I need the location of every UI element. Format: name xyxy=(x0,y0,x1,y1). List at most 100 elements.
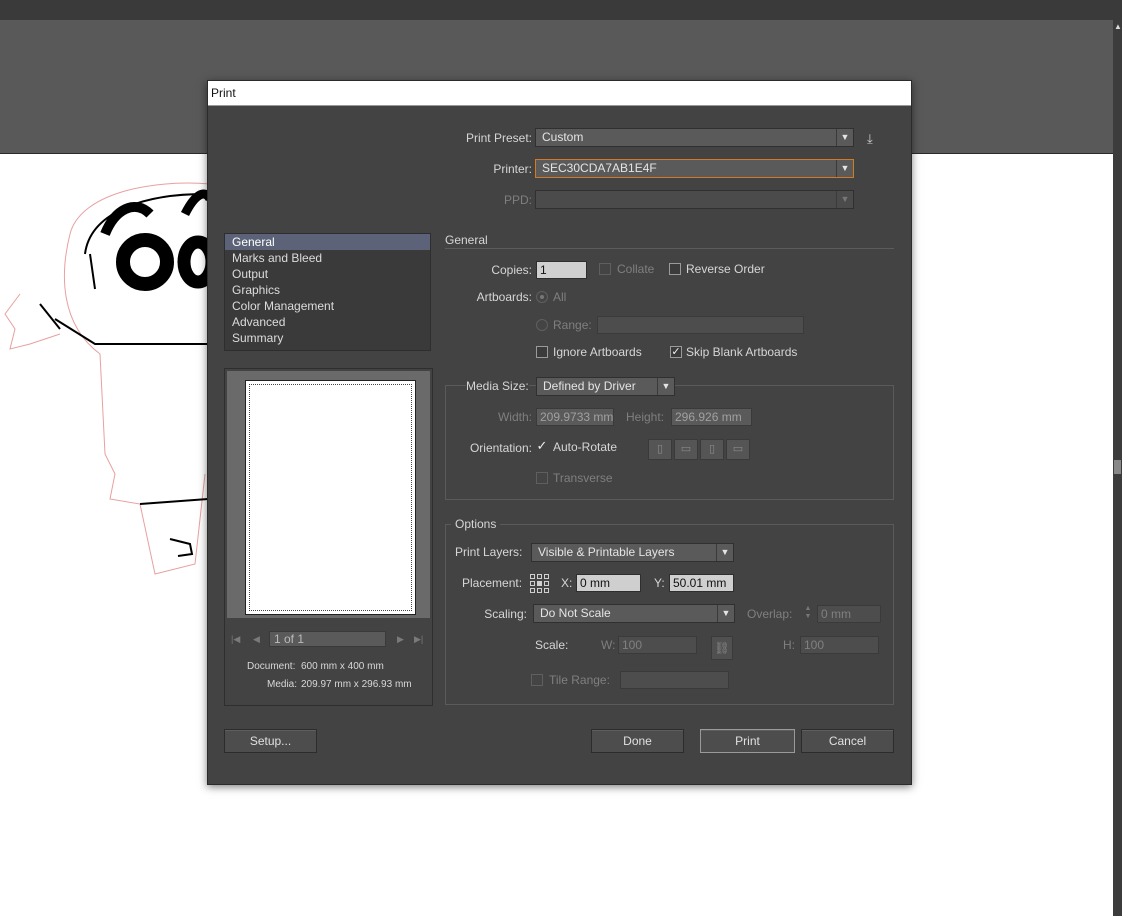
orientation-label: Orientation: xyxy=(469,441,532,455)
placement-x-input[interactable]: 0 mm xyxy=(576,574,641,592)
scale-h-input[interactable]: 100 xyxy=(800,636,879,654)
preview-area[interactable] xyxy=(227,371,430,618)
dialog-title: Print xyxy=(208,81,911,106)
print-preset-label: Print Preset: xyxy=(465,131,532,145)
skip-blank-artboards-checkbox[interactable]: ✓ xyxy=(670,346,682,358)
scroll-up-icon[interactable]: ▲ xyxy=(1114,22,1122,31)
print-layers-value: Visible & Printable Layers xyxy=(538,545,675,559)
print-dialog: Print Print Preset: Custom ▼ ⤓ Printer: … xyxy=(207,80,912,785)
scale-label: Scale: xyxy=(535,638,569,652)
tile-range-checkbox[interactable] xyxy=(531,674,543,686)
print-preset-value: Custom xyxy=(542,130,584,144)
next-page-icon[interactable]: ▶ xyxy=(397,634,404,645)
category-graphics[interactable]: Graphics xyxy=(225,282,430,298)
page-indicator[interactable]: 1 of 1 xyxy=(269,631,386,647)
previous-page-icon[interactable]: ◀ xyxy=(253,634,260,645)
media-size-select[interactable]: Defined by Driver ▼ xyxy=(536,377,675,396)
overlap-label: Overlap: xyxy=(747,607,793,621)
scale-h-label: H: xyxy=(783,638,795,652)
artboards-range-label: Range: xyxy=(553,318,592,332)
portrait-icon[interactable]: ▯ xyxy=(648,439,672,460)
tile-range-label: Tile Range: xyxy=(549,673,610,687)
placement-grid-icon[interactable] xyxy=(530,574,549,593)
transverse-checkbox[interactable] xyxy=(536,472,548,484)
y-label: Y: xyxy=(654,576,665,590)
print-layers-select[interactable]: Visible & Printable Layers ▼ xyxy=(531,543,734,562)
chevron-down-icon: ▼ xyxy=(836,160,853,177)
scaling-select[interactable]: Do Not Scale ▼ xyxy=(533,604,735,623)
print-preset-select[interactable]: Custom ▼ xyxy=(535,128,854,147)
setup-button[interactable]: Setup... xyxy=(224,729,317,753)
category-marks-and-bleed[interactable]: Marks and Bleed xyxy=(225,250,430,266)
artboards-all-radio[interactable] xyxy=(536,291,548,303)
general-divider xyxy=(445,248,894,249)
category-general[interactable]: General xyxy=(225,234,430,250)
reverse-order-checkbox[interactable] xyxy=(669,263,681,275)
printer-select[interactable]: SEC30CDA7AB1E4F ▼ xyxy=(535,159,854,178)
transverse-label: Transverse xyxy=(553,471,613,485)
landscape-icon[interactable]: ▭ xyxy=(674,439,698,460)
category-summary[interactable]: Summary xyxy=(225,330,430,346)
preview-page xyxy=(245,380,416,615)
auto-rotate-label: Auto-Rotate xyxy=(553,440,618,454)
chain-link-icon[interactable]: ⛓ xyxy=(711,636,733,660)
checkmark-icon: ✓ xyxy=(671,346,681,358)
done-button[interactable]: Done xyxy=(591,729,684,753)
chevron-down-icon: ▼ xyxy=(717,605,734,622)
checkmark-icon: ✓ xyxy=(536,438,548,453)
vertical-scrollbar[interactable]: ▲ xyxy=(1113,20,1122,916)
overlap-stepper-icon[interactable]: ▲ ▼ xyxy=(800,605,816,623)
scrollbar-thumb[interactable] xyxy=(1114,460,1121,474)
tile-range-input[interactable] xyxy=(620,671,729,689)
artboards-all-label: All xyxy=(553,290,567,304)
category-advanced[interactable]: Advanced xyxy=(225,314,430,330)
category-list: General Marks and Bleed Output Graphics … xyxy=(224,233,431,351)
category-output[interactable]: Output xyxy=(225,266,430,282)
general-section-title: General xyxy=(445,233,488,247)
copies-label: Copies: xyxy=(491,263,532,277)
cancel-button[interactable]: Cancel xyxy=(801,729,894,753)
first-page-icon[interactable]: |◀ xyxy=(231,634,240,645)
media-size-label: Media: xyxy=(267,679,298,690)
flipped-landscape-icon[interactable]: ▭ xyxy=(726,439,750,460)
print-button[interactable]: Print xyxy=(700,729,795,753)
ppd-select[interactable]: ▼ xyxy=(535,190,854,209)
scale-w-label: W: xyxy=(601,638,616,652)
media-size-value: Defined by Driver xyxy=(543,379,636,393)
auto-rotate-checkbox[interactable]: ✓ xyxy=(536,438,548,453)
canvas-artwork xyxy=(4,182,219,575)
last-page-icon[interactable]: ▶| xyxy=(414,634,423,645)
height-input[interactable]: 296.926 mm xyxy=(671,408,752,426)
ppd-label: PPD: xyxy=(503,193,532,207)
scaling-value: Do Not Scale xyxy=(540,606,611,620)
save-preset-icon[interactable]: ⤓ xyxy=(867,131,873,147)
media-size-value: 209.97 mm x 296.93 mm xyxy=(301,679,412,690)
app-menu-bar xyxy=(0,0,1122,20)
collate-checkbox[interactable] xyxy=(599,263,611,275)
print-preview-panel: |◀ ◀ 1 of 1 ▶ ▶| Document: 600 mm x 400 … xyxy=(224,368,433,706)
document-size-value: 600 mm x 400 mm xyxy=(301,661,384,672)
flipped-portrait-icon[interactable]: ▯ xyxy=(700,439,724,460)
ignore-artboards-label: Ignore Artboards xyxy=(553,345,642,359)
media-size-label: Media Size: xyxy=(466,379,529,393)
printer-value: SEC30CDA7AB1E4F xyxy=(542,161,657,175)
width-input[interactable]: 209.9733 mm xyxy=(536,408,614,426)
placement-label: Placement: xyxy=(462,576,523,590)
ignore-artboards-checkbox[interactable] xyxy=(536,346,548,358)
artboards-range-radio[interactable] xyxy=(536,319,548,331)
copies-input[interactable]: 1 xyxy=(536,261,587,279)
print-layers-label: Print Layers: xyxy=(455,545,523,559)
scale-w-input[interactable]: 100 xyxy=(618,636,697,654)
artboards-label: Artboards: xyxy=(476,290,532,304)
chevron-down-icon: ▼ xyxy=(836,191,853,208)
category-color-management[interactable]: Color Management xyxy=(225,298,430,314)
overlap-input[interactable]: 0 mm xyxy=(817,605,881,623)
collate-label: Collate xyxy=(617,262,655,276)
reverse-order-label: Reverse Order xyxy=(686,262,765,276)
width-label: Width: xyxy=(497,410,532,424)
artboards-range-input[interactable] xyxy=(597,316,804,334)
placement-y-input[interactable]: 50.01 mm xyxy=(669,574,734,592)
chevron-down-icon: ▼ xyxy=(716,544,733,561)
chevron-down-icon: ▼ xyxy=(657,378,674,395)
scaling-label: Scaling: xyxy=(484,607,527,621)
